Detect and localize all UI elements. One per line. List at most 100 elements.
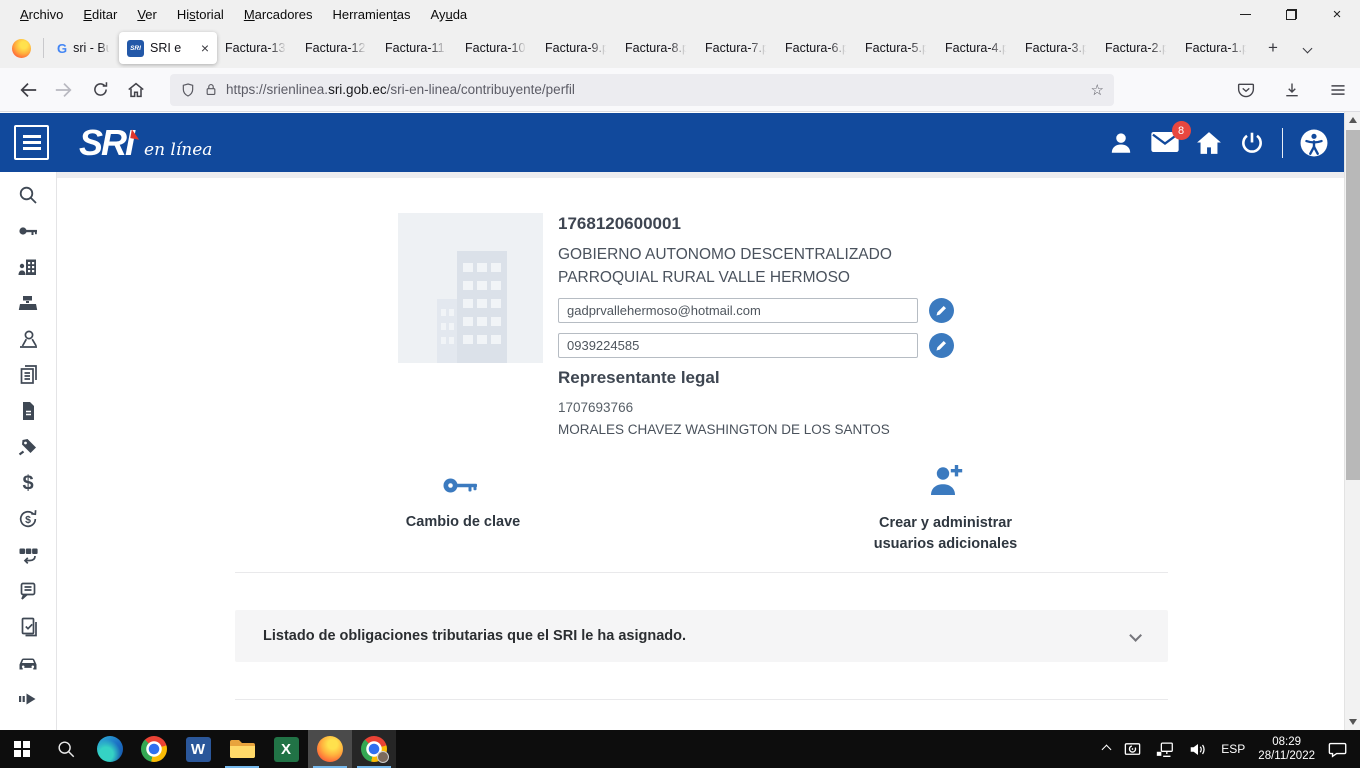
minimize-button[interactable] — [1222, 0, 1268, 28]
taskbar-edge-button[interactable] — [88, 730, 132, 768]
edit-email-button[interactable] — [929, 298, 954, 323]
taskbar-word-button[interactable]: W — [176, 730, 220, 768]
volume-icon[interactable] — [1188, 740, 1208, 759]
forward-button[interactable] — [48, 74, 80, 106]
menu-editar[interactable]: Editar — [73, 7, 127, 22]
tab-factura-2[interactable]: Factura-2.p — [1097, 32, 1177, 64]
legal-rep-name: MORALES CHAVEZ WASHINGTON DE LOS SANTOS — [558, 422, 890, 437]
menu-historial[interactable]: Historial — [167, 7, 234, 22]
taskbar-explorer-button[interactable] — [220, 730, 264, 768]
user-icon — [1108, 130, 1134, 156]
tab-factura-8[interactable]: Factura-8.p — [617, 32, 697, 64]
email-field[interactable] — [558, 298, 918, 323]
tab-factura-9[interactable]: Factura-9.p — [537, 32, 617, 64]
tab-factura-11[interactable]: Factura-11.p — [377, 32, 457, 64]
sri-logo[interactable]: SRI en línea — [79, 125, 212, 161]
tab-close-icon[interactable]: × — [201, 41, 209, 55]
new-tab-button[interactable]: + — [1257, 32, 1289, 64]
language-indicator[interactable]: ESP — [1221, 742, 1245, 756]
tab-factura-3[interactable]: Factura-3.p — [1017, 32, 1097, 64]
messages-button[interactable]: 8 — [1151, 132, 1179, 153]
scroll-down-button[interactable] — [1345, 714, 1360, 730]
taskbar-firefox-button[interactable] — [308, 730, 352, 768]
menu-archivo[interactable]: Archivo — [10, 7, 73, 22]
restore-button[interactable] — [1268, 0, 1314, 28]
menu-marcadores[interactable]: Marcadores — [234, 7, 323, 22]
documents-icon[interactable] — [15, 363, 41, 387]
tab-title: Factura-1.p — [1185, 41, 1249, 55]
key-icon[interactable] — [15, 219, 41, 243]
taskbar-chrome-profile-button[interactable] — [352, 730, 396, 768]
tab-sri-active[interactable]: SRI SRI e × — [119, 32, 217, 64]
taxpayer-building-icon[interactable] — [15, 255, 41, 279]
tab-factura-13[interactable]: Factura-13.p — [217, 32, 297, 64]
stamp-icon[interactable] — [15, 327, 41, 351]
reload-button[interactable] — [84, 74, 116, 106]
scrollbar-thumb[interactable] — [1346, 130, 1360, 480]
app-menu-button[interactable] — [1322, 74, 1354, 106]
user-button[interactable] — [1108, 130, 1134, 156]
shield-icon[interactable] — [180, 82, 196, 98]
logout-button[interactable] — [1239, 130, 1265, 156]
start-button[interactable] — [0, 730, 44, 768]
tray-expand-icon[interactable] — [1102, 744, 1112, 754]
url-domain: sri.gob.ec — [328, 82, 387, 97]
home-button[interactable] — [120, 74, 152, 106]
taskbar-clock[interactable]: 08:29 28/11/2022 — [1258, 735, 1315, 763]
tab-factura-4[interactable]: Factura-4.p — [937, 32, 1017, 64]
notifications-icon[interactable] — [1328, 740, 1348, 759]
edit-phone-button[interactable] — [929, 333, 954, 358]
tab-factura-10[interactable]: Factura-10. — [457, 32, 537, 64]
network-icon[interactable] — [1155, 740, 1175, 759]
cast-icon[interactable] — [1123, 740, 1142, 759]
document-icon[interactable] — [15, 399, 41, 423]
accessibility-button[interactable] — [1300, 129, 1328, 157]
tab-factura-1[interactable]: Factura-1.p — [1177, 32, 1257, 64]
back-button[interactable] — [12, 74, 44, 106]
legal-rep-title: Representante legal — [558, 368, 720, 388]
firefox-view-button[interactable] — [4, 32, 38, 64]
bookmark-star-icon[interactable]: ☆ — [1091, 81, 1104, 99]
page-scrollbar[interactable] — [1344, 112, 1360, 730]
cash-register-icon[interactable] — [15, 291, 41, 315]
tab-google-search[interactable]: G sri - Bu — [49, 32, 119, 64]
sidebar-toggle-button[interactable] — [14, 125, 49, 160]
vehicle-icon[interactable] — [15, 651, 41, 675]
menu-ver[interactable]: Ver — [127, 7, 167, 22]
comment-document-icon[interactable] — [15, 579, 41, 603]
tag-icon[interactable] — [15, 435, 41, 459]
menu-herramientas[interactable]: Herramientas — [322, 7, 420, 22]
manage-users-action[interactable]: Crear y administrarusuarios adicionales — [858, 464, 1033, 555]
search-icon[interactable] — [15, 183, 41, 207]
taskbar-search-button[interactable] — [44, 730, 88, 768]
pocket-button[interactable] — [1230, 74, 1262, 106]
phone-field[interactable] — [558, 333, 918, 358]
url-bar[interactable]: https://srienlinea.sri.gob.ec/sri-en-lin… — [170, 74, 1114, 106]
letter-blocks-icon[interactable] — [15, 543, 41, 567]
tab-title: Factura-4.p — [945, 41, 1009, 55]
home-sri-button[interactable] — [1196, 131, 1222, 155]
close-button[interactable]: × — [1314, 0, 1360, 28]
chevron-down-icon — [1302, 43, 1312, 53]
lock-icon[interactable] — [204, 82, 218, 98]
tab-factura-12[interactable]: Factura-12.p — [297, 32, 377, 64]
change-password-action[interactable]: Cambio de clave — [388, 474, 538, 533]
sri-logo-text: SRI — [79, 125, 133, 161]
document-check-icon[interactable] — [15, 615, 41, 639]
menu-ayuda[interactable]: Ayuda — [421, 7, 478, 22]
manage-users-line1: Crear y administrar — [879, 515, 1012, 531]
taxpayer-photo-placeholder — [398, 213, 543, 363]
tab-factura-6[interactable]: Factura-6.p — [777, 32, 857, 64]
list-all-tabs-button[interactable] — [1289, 32, 1325, 64]
forward-arrow-icon[interactable] — [15, 687, 41, 711]
scroll-up-button[interactable] — [1345, 112, 1360, 128]
taskbar-excel-button[interactable]: X — [264, 730, 308, 768]
downloads-button[interactable] — [1276, 74, 1308, 106]
tab-factura-7[interactable]: Factura-7.p — [697, 32, 777, 64]
dollar-icon[interactable]: $ — [15, 471, 41, 495]
taskbar-chrome-button[interactable] — [132, 730, 176, 768]
change-password-label: Cambio de clave — [388, 512, 538, 533]
tab-factura-5[interactable]: Factura-5.p — [857, 32, 937, 64]
obligations-accordion[interactable]: Listado de obligaciones tributarias que … — [235, 610, 1168, 662]
refund-dollar-icon[interactable]: $ — [15, 507, 41, 531]
